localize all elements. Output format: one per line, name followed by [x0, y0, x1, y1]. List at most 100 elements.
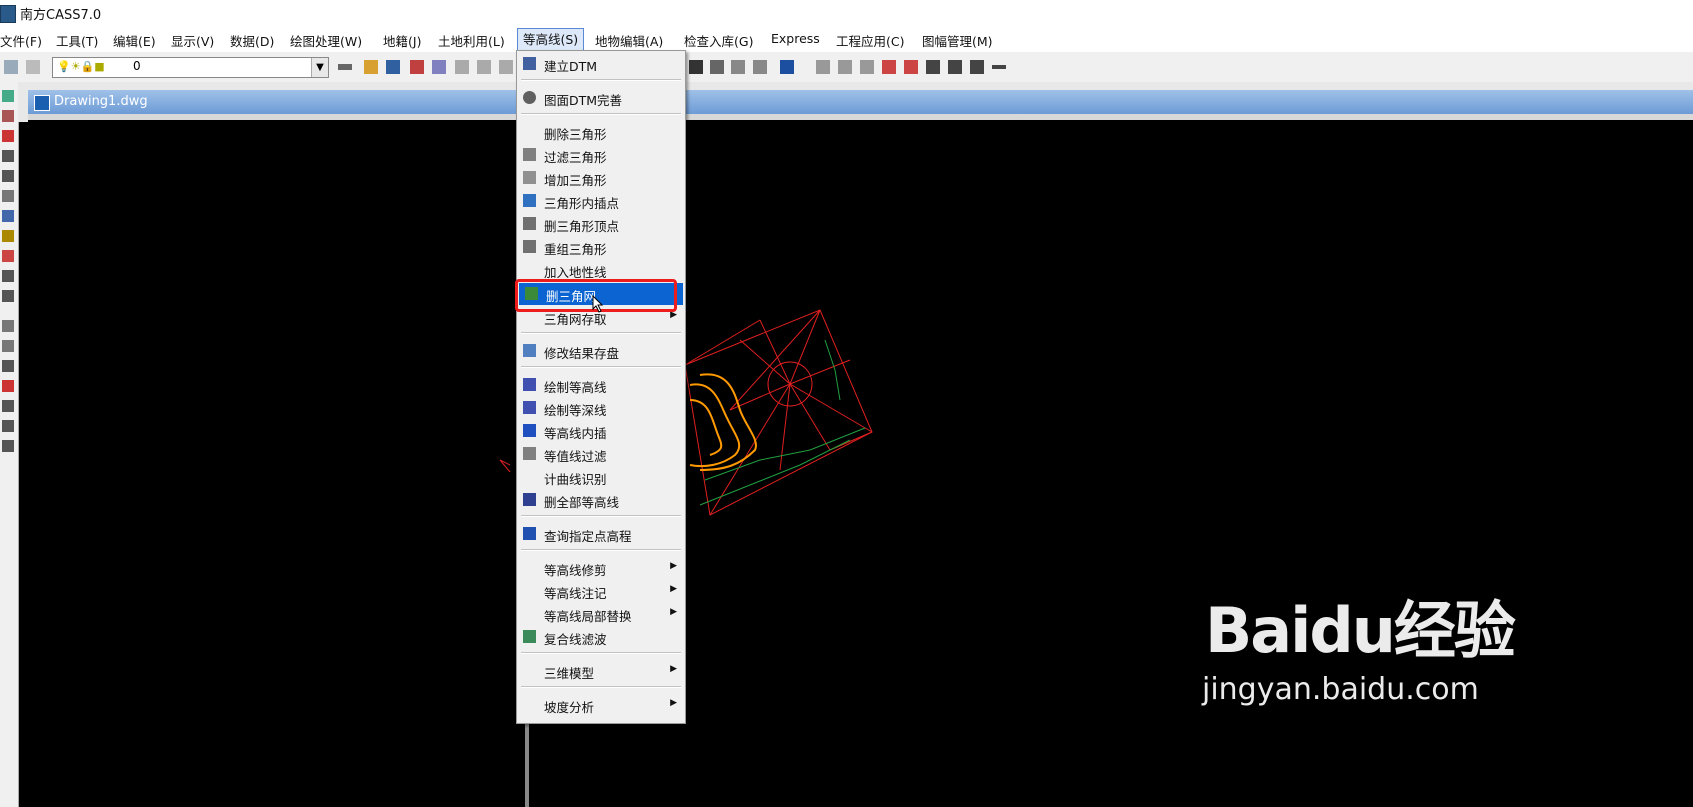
tool-dots-icon[interactable]	[2, 320, 14, 332]
tool-line-icon[interactable]	[2, 420, 14, 432]
save-result-icon	[523, 344, 536, 357]
trim-icon[interactable]	[753, 60, 767, 74]
menu-data[interactable]: 数据(D)	[230, 31, 274, 50]
menu-item-add-triangle[interactable]: 增加三角形	[517, 167, 685, 189]
document-titlebar[interactable]: Drawing1.dwg	[28, 90, 1693, 114]
tool-rotate-icon[interactable]	[2, 170, 14, 182]
tool-spline-icon[interactable]	[2, 440, 14, 452]
submenu-arrow-icon: ▶	[670, 607, 677, 617]
dash-icon[interactable]	[992, 65, 1006, 69]
menu-item-filter-triangle[interactable]: 过滤三角形	[517, 144, 685, 166]
submenu-arrow-icon: ▶	[670, 584, 677, 594]
menu-item-query-elevation[interactable]: 查询指定点高程	[517, 523, 685, 545]
tool-pencil-icon[interactable]	[2, 110, 14, 122]
menu-tools[interactable]: 工具(T)	[56, 31, 98, 50]
tool-flag-icon[interactable]	[2, 380, 14, 392]
tool-circle-icon[interactable]	[2, 400, 14, 412]
menu-bar: 文件(F) 工具(T) 编辑(E) 显示(V) 数据(D) 绘图处理(W) 地籍…	[0, 28, 1693, 52]
arc-icon[interactable]	[816, 60, 830, 74]
tool-copy-icon[interactable]	[2, 150, 14, 162]
menu-edit[interactable]: 编辑(E)	[113, 31, 156, 50]
menu-item-contour-interpolate[interactable]: 等高线内插	[517, 420, 685, 442]
menu-item-contour-replace[interactable]: 等高线局部替换 ▶	[517, 603, 685, 625]
menu-item-add-breakline[interactable]: 加入地性线	[517, 259, 685, 281]
menu-item-interpolate-point[interactable]: 三角形内插点	[517, 190, 685, 212]
match-icon[interactable]	[432, 60, 446, 74]
dtm-refine-icon	[523, 91, 536, 104]
menu-feature-edit[interactable]: 地物编辑(A)	[595, 31, 663, 50]
menu-express[interactable]: Express	[771, 31, 820, 46]
menu-contour[interactable]: 等高线(S)	[517, 28, 585, 52]
make-current-icon[interactable]	[338, 64, 352, 70]
layer-state-icon[interactable]	[26, 60, 40, 74]
line-tool-icon[interactable]	[731, 60, 745, 74]
menu-item-index-contour[interactable]: 计曲线识别	[517, 466, 685, 488]
zoom-previous-icon[interactable]	[499, 60, 513, 74]
layer-combo[interactable]: 💡☀🔒■ 0 ▼	[52, 57, 329, 78]
interpolate-point-icon	[523, 194, 536, 207]
angle-icon[interactable]	[970, 60, 984, 74]
menu-sheet-manage[interactable]: 图幅管理(M)	[922, 31, 993, 50]
perp-icon[interactable]	[838, 60, 852, 74]
filter-triangle-icon	[523, 148, 536, 161]
menu-item-contour-trim[interactable]: 等高线修剪 ▶	[517, 557, 685, 579]
chevron-down-icon[interactable]: ▼	[311, 58, 328, 77]
contour-filter-icon	[523, 447, 536, 460]
menu-draw[interactable]: 绘图处理(W)	[290, 31, 362, 50]
plus-icon[interactable]	[689, 60, 703, 74]
menu-separator	[521, 332, 681, 334]
menu-item-contour-filter[interactable]: 等值线过滤	[517, 443, 685, 465]
window-title: 南方CASS7.0	[20, 8, 102, 23]
menu-file[interactable]: 文件(F)	[0, 31, 42, 50]
menu-item-delete-triangle[interactable]: 删除三角形	[517, 121, 685, 143]
tool-box-icon[interactable]	[2, 290, 14, 302]
bracket-icon[interactable]	[882, 60, 896, 74]
corner-icon[interactable]	[948, 60, 962, 74]
menu-item-3d-model[interactable]: 三维模型 ▶	[517, 660, 685, 682]
tool-erase-icon[interactable]	[2, 130, 14, 142]
menu-separator	[521, 652, 681, 654]
help-icon[interactable]	[780, 60, 794, 74]
tool-text-icon[interactable]	[2, 210, 14, 222]
menu-item-draw-isobath[interactable]: 绘制等深线	[517, 397, 685, 419]
menu-check-import[interactable]: 检查入库(G)	[684, 31, 753, 50]
menu-item-build-dtm[interactable]: 建立DTM	[517, 53, 685, 75]
parallel-icon[interactable]	[860, 60, 874, 74]
toolbar: 💡☀🔒■ 0 ▼	[0, 52, 1693, 83]
tool-grid-icon[interactable]	[2, 340, 14, 352]
menu-land-use[interactable]: 土地利用(L)	[438, 31, 505, 50]
tool-pan-icon[interactable]	[2, 90, 14, 102]
menu-cadastre[interactable]: 地籍(J)	[383, 31, 421, 50]
submenu-arrow-icon: ▶	[670, 698, 677, 708]
rect-icon[interactable]	[926, 60, 940, 74]
tool-measure-icon[interactable]	[2, 360, 14, 372]
layer-manager-icon[interactable]	[4, 60, 18, 74]
save-icon[interactable]	[386, 60, 400, 74]
menu-engineering[interactable]: 工程应用(C)	[836, 31, 904, 50]
snap-icon[interactable]	[710, 60, 724, 74]
layer-value: 0	[133, 59, 141, 73]
document-title: Drawing1.dwg	[54, 94, 148, 109]
menu-separator	[521, 113, 681, 115]
pen-icon[interactable]	[410, 60, 424, 74]
zoom-realtime-icon[interactable]	[455, 60, 469, 74]
menu-item-contour-annotate[interactable]: 等高线注记 ▶	[517, 580, 685, 602]
bracket2-icon[interactable]	[904, 60, 918, 74]
tool-layer-icon[interactable]	[2, 230, 14, 242]
menu-item-rebuild-triangle[interactable]: 重组三角形	[517, 236, 685, 258]
polyline-filter-icon	[523, 630, 536, 643]
menu-item-refine-dtm[interactable]: 图面DTM完善	[517, 87, 685, 109]
open-icon[interactable]	[364, 60, 378, 74]
tool-array-icon[interactable]	[2, 190, 14, 202]
draw-isobath-icon	[523, 401, 536, 414]
menu-item-save-result[interactable]: 修改结果存盘	[517, 340, 685, 362]
menu-item-delete-all-contours[interactable]: 删全部等高线	[517, 489, 685, 511]
tool-mark-icon[interactable]	[2, 250, 14, 262]
menu-item-slope-analysis[interactable]: 坡度分析 ▶	[517, 694, 685, 716]
menu-item-delete-vertex[interactable]: 删三角形顶点	[517, 213, 685, 235]
menu-item-polyline-filter[interactable]: 复合线滤波	[517, 626, 685, 648]
tool-rect-icon[interactable]	[2, 270, 14, 282]
zoom-window-icon[interactable]	[477, 60, 491, 74]
menu-view[interactable]: 显示(V)	[171, 31, 214, 50]
menu-item-draw-contour[interactable]: 绘制等高线	[517, 374, 685, 396]
